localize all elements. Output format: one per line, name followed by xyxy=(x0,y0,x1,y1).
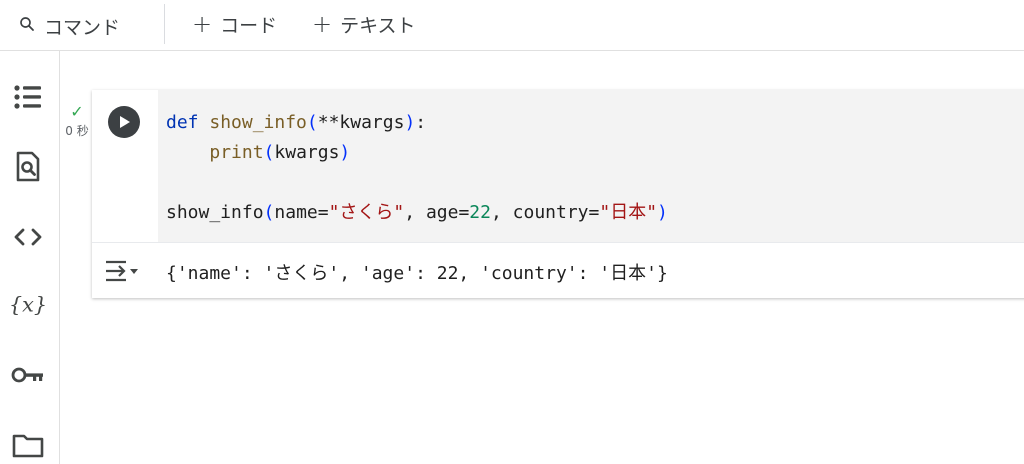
toolbar-divider xyxy=(164,4,165,44)
command-palette-button[interactable]: コマンド xyxy=(18,8,120,44)
key-icon[interactable] xyxy=(10,357,46,393)
svg-text:{x}: {x} xyxy=(10,293,46,317)
document-search-icon[interactable] xyxy=(10,149,46,185)
add-text-button[interactable]: + テキスト xyxy=(312,6,416,42)
toolbar: コマンド + コード + テキスト xyxy=(0,0,1024,51)
add-code-label: コード xyxy=(220,14,278,37)
cell-execution-status: ✓ 0 秒 xyxy=(62,104,92,139)
execution-time: 0 秒 xyxy=(65,124,89,138)
code-text[interactable]: def show_info(**kwargs): print(kwargs) s… xyxy=(166,108,668,228)
command-label: コマンド xyxy=(44,16,121,39)
variables-icon[interactable]: {x} xyxy=(10,287,46,323)
code-icon[interactable] xyxy=(10,219,46,255)
add-text-label: テキスト xyxy=(340,14,416,37)
cell-gutter xyxy=(92,90,158,242)
code-line-2: print(kwargs) xyxy=(209,142,351,163)
output-text: {'name': 'さくら', 'age': 22, 'country': '日… xyxy=(166,263,668,284)
code-cell[interactable]: def show_info(**kwargs): print(kwargs) s… xyxy=(92,90,1024,298)
code-line-4: show_info(name="さくら", age=22, country="日… xyxy=(166,202,668,223)
plus-icon: + xyxy=(192,10,213,38)
check-icon: ✓ xyxy=(70,102,84,121)
output-actions-icon[interactable] xyxy=(104,257,140,285)
list-icon[interactable] xyxy=(10,79,46,115)
plus-icon: + xyxy=(312,10,333,38)
search-icon xyxy=(18,15,36,38)
folder-icon[interactable] xyxy=(10,427,46,463)
left-sidebar: {x} xyxy=(0,51,60,464)
code-line-1: def show_info(**kwargs): xyxy=(166,112,427,133)
run-cell-button[interactable] xyxy=(108,106,140,138)
cell-output: {'name': 'さくら', 'age': 22, 'country': '日… xyxy=(92,242,1024,299)
add-code-button[interactable]: + コード xyxy=(192,6,277,42)
play-icon xyxy=(120,116,130,128)
code-editor[interactable]: def show_info(**kwargs): print(kwargs) s… xyxy=(158,90,1024,242)
